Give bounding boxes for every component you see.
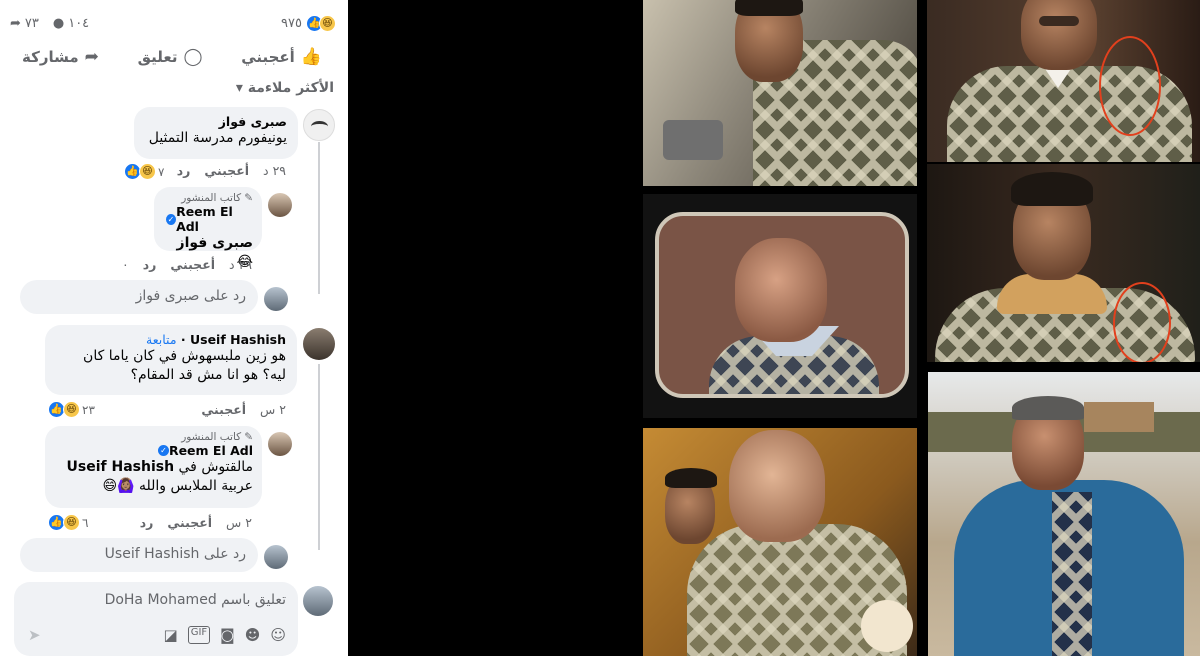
pencil-icon: ✎ bbox=[244, 431, 253, 443]
camera-icon[interactable]: ◙ bbox=[220, 626, 235, 644]
commenter-name[interactable]: متابعة · Useif Hashish bbox=[56, 332, 286, 347]
comments-panel: ➦ ٧٣ ● ١٠٤ ٩٧٥ 👍 😆 👍 أعجبني ◯ تعليق ➦ مشاركة ا… bbox=[0, 0, 348, 656]
like-outline-icon: 👍 bbox=[300, 47, 322, 67]
photo-2[interactable] bbox=[927, 0, 1200, 162]
share-count-icon: ➦ bbox=[10, 15, 21, 31]
pencil-icon: ✎ bbox=[244, 192, 253, 204]
comment-text: هو زين ملبسهوش في كان ياما كان ليه؟ هو ا… bbox=[83, 348, 286, 383]
commenter-name[interactable]: صبرى فواز bbox=[145, 114, 287, 129]
photo-4[interactable] bbox=[643, 194, 917, 418]
reply-reactions[interactable]: 👍 😆 ٦ bbox=[48, 514, 88, 531]
haha-reaction-icon: 😆 bbox=[139, 163, 156, 180]
post-actions: 👍 أعجبني ◯ تعليق ➦ مشاركة bbox=[22, 42, 322, 72]
tv-frame bbox=[655, 212, 909, 398]
avatar-sticker-icon[interactable]: ☺ bbox=[270, 626, 286, 644]
like-button[interactable]: 👍 أعجبني bbox=[241, 47, 322, 67]
highlight-circle bbox=[1113, 282, 1171, 362]
emoji-icon[interactable]: ☻ bbox=[245, 626, 261, 644]
send-icon[interactable]: ➤ bbox=[28, 626, 41, 644]
avatar-reem[interactable] bbox=[268, 432, 292, 456]
post-stats-bar: ➦ ٧٣ ● ١٠٤ ٩٧٥ 👍 😆 bbox=[10, 10, 336, 36]
haha-reaction-icon: 😆 bbox=[63, 514, 80, 531]
haha-reaction-icon: 😆 bbox=[63, 401, 80, 418]
thread-line bbox=[302, 364, 320, 550]
verified-badge-icon: ✓ bbox=[166, 213, 177, 225]
avatar-useif[interactable] bbox=[303, 328, 335, 360]
comment-icon: ◯ bbox=[183, 47, 203, 67]
current-user-avatar bbox=[264, 287, 288, 311]
mention-link[interactable]: Useif Hashish bbox=[67, 459, 175, 475]
comment-reactions[interactable]: 👍 😆 ٧ bbox=[124, 163, 164, 180]
reactions-summary[interactable]: ٩٧٥ 👍 😆 bbox=[281, 14, 336, 32]
photo-1[interactable] bbox=[643, 0, 917, 186]
photo-3[interactable] bbox=[927, 164, 1200, 362]
comment-bubble: صبرى فواز يونيفورم مدرسة التمثيل bbox=[134, 107, 298, 159]
comments-count[interactable]: ● ١٠٤ bbox=[53, 16, 89, 31]
photo-5[interactable] bbox=[643, 428, 917, 656]
shares-count[interactable]: ➦ ٧٣ bbox=[10, 16, 39, 31]
comment-count-icon: ● bbox=[52, 15, 65, 31]
haha-reaction-icon: 😆 bbox=[319, 14, 336, 32]
author-tag: ✎ كاتب المنشور bbox=[181, 192, 253, 204]
comment-bubble: متابعة · Useif Hashish هو زين ملبسهوش في… bbox=[45, 325, 297, 395]
reply-author[interactable]: ✓ Reem El Adl bbox=[54, 443, 253, 458]
caret-down-icon: ▾ bbox=[235, 80, 243, 96]
sticker-icon[interactable]: ◪ bbox=[164, 626, 178, 644]
reply-bubble: ✎ كاتب المنشور ✓ Reem El Adl مالقتوش في Us… bbox=[45, 426, 262, 508]
composer-avatar bbox=[303, 586, 333, 616]
reply-text: مالقتوش في Useif Hashish bbox=[66, 459, 253, 475]
comment-meta: ٢٩ د أعجبني رد bbox=[176, 163, 286, 178]
reply-meta: ٢ س أعجبني رد bbox=[139, 515, 252, 530]
share-button[interactable]: ➦ مشاركة bbox=[22, 47, 99, 67]
avatar-sabry[interactable] bbox=[303, 109, 335, 141]
reply-bubble: ✎ كاتب المنشور ✓ Reem El Adl صبرى فواز 😂 bbox=[154, 187, 262, 270]
composer-input[interactable]: تعليق باسم DoHa Mohamed bbox=[105, 592, 286, 608]
avatar-reem[interactable] bbox=[268, 193, 292, 217]
share-icon: ➦ bbox=[84, 47, 99, 67]
comment-button[interactable]: ◯ تعليق bbox=[138, 47, 203, 67]
reply-input[interactable]: رد على Useif Hashish bbox=[20, 538, 258, 572]
author-tag: ✎ كاتب المنشور bbox=[181, 431, 253, 443]
reply-meta: ٢٩ د أعجبني رد ٠ bbox=[121, 257, 252, 272]
thread-line bbox=[302, 142, 320, 294]
highlight-circle bbox=[1099, 36, 1161, 136]
comment-meta: ٢ س أعجبني bbox=[201, 402, 286, 417]
reply-input[interactable]: رد على صبرى فواز bbox=[20, 280, 258, 314]
comment-reactions[interactable]: 👍 😆 ٢٣ bbox=[48, 401, 95, 418]
comment-composer[interactable]: تعليق باسم DoHa Mohamed ☺ ☻ ◙ GIF ◪ ➤ bbox=[14, 582, 298, 656]
reply-author[interactable]: ✓ Reem El Adl bbox=[163, 204, 253, 234]
current-user-avatar bbox=[264, 545, 288, 569]
photo-6[interactable] bbox=[928, 372, 1200, 656]
gif-icon[interactable]: GIF bbox=[187, 626, 211, 644]
comment-text: يونيفورم مدرسة التمثيل bbox=[148, 130, 287, 146]
sort-dropdown[interactable]: الأكثر ملاءمة ▾ bbox=[236, 80, 334, 96]
verified-badge-icon: ✓ bbox=[157, 445, 169, 456]
reply-text-line2: عربية الملابس والله 🙆🏽‍♀️😄 bbox=[102, 478, 254, 494]
composer-tools: ☺ ☻ ◙ GIF ◪ bbox=[164, 626, 286, 644]
